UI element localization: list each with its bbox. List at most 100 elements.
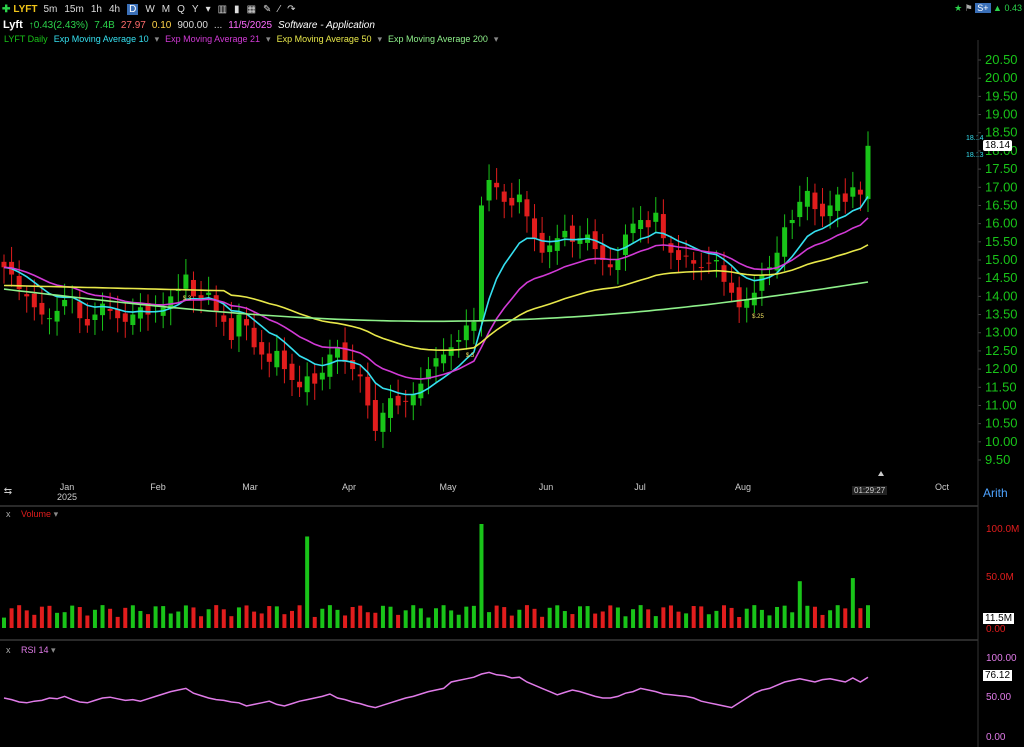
volume-bar — [570, 614, 575, 628]
price-axis-label: 20.00 — [985, 70, 1018, 85]
volume-bar — [790, 612, 795, 628]
rsi-label[interactable]: RSI 14 — [21, 645, 49, 655]
volume-bar — [676, 611, 681, 628]
volume-bar — [555, 605, 560, 628]
candle-body — [789, 220, 795, 224]
chart-canvas[interactable]: 20.5020.0019.5019.0018.5018.0017.5017.00… — [0, 0, 1024, 747]
price-axis-label: 14.50 — [985, 270, 1018, 285]
candle-body — [607, 264, 613, 268]
volume-bar — [805, 605, 810, 628]
volume-bar — [418, 608, 423, 628]
candle-body — [782, 227, 788, 257]
candle-body — [797, 201, 803, 218]
price-axis-label: 10.50 — [985, 416, 1018, 431]
price-axis-label: 16.00 — [985, 216, 1018, 231]
volume-bar — [297, 605, 302, 628]
candle-body — [46, 318, 52, 320]
volume-bar — [229, 616, 234, 628]
candle-body — [334, 347, 340, 358]
candle-body — [850, 187, 856, 197]
candle-body — [691, 260, 697, 264]
price-axis-label: 17.00 — [985, 179, 1018, 194]
volume-bar — [661, 607, 666, 628]
candle-body — [827, 205, 833, 217]
volume-bar — [373, 612, 378, 628]
volume-bar — [252, 611, 257, 628]
volume-bar — [684, 613, 689, 628]
candle-body — [630, 223, 636, 234]
price-axis-label: 18.50 — [985, 125, 1018, 140]
volume-bar — [365, 612, 370, 628]
volume-bar — [130, 605, 135, 628]
volume-bar — [350, 607, 355, 628]
candle-body — [410, 394, 416, 406]
volume-bar — [146, 614, 150, 628]
volume-bar — [464, 606, 469, 628]
volume-bar — [578, 606, 582, 628]
dividend-marker: $.3 — [466, 353, 475, 359]
candle-body — [84, 318, 90, 326]
candle-body — [539, 232, 545, 253]
candle-body — [395, 395, 401, 406]
volume-bar — [191, 607, 196, 628]
volume-bar — [411, 605, 416, 628]
volume-bar — [828, 610, 833, 628]
price-axis-label: 14.00 — [985, 288, 1018, 303]
candle-body — [835, 194, 841, 211]
volume-label[interactable]: Volume — [21, 509, 51, 519]
candle-body — [653, 212, 659, 222]
rsi-pane-label: x RSI 14 ▾ — [6, 645, 56, 656]
volume-axis-label: 0.00 — [986, 624, 1006, 635]
price-axis-label: 16.50 — [985, 197, 1018, 212]
volume-bar — [668, 605, 673, 628]
candle-body — [137, 307, 143, 319]
candle-body — [698, 267, 704, 269]
scale-mode-button[interactable]: Arith — [983, 486, 1008, 500]
candle-body — [501, 191, 507, 202]
volume-bar — [108, 608, 113, 628]
volume-bar — [138, 610, 143, 628]
volume-bar — [532, 608, 537, 628]
last-price-tag: 18.14 — [983, 140, 1013, 151]
volume-bar — [797, 581, 802, 628]
lo-label: 18.13 — [966, 152, 984, 159]
volume-bar — [585, 606, 590, 628]
candle-body — [683, 255, 689, 257]
price-axis-label: 9.50 — [985, 452, 1010, 467]
volume-bar — [403, 610, 408, 628]
volume-bar — [214, 605, 219, 628]
volume-bar — [494, 605, 499, 628]
scroll-up-icon — [878, 471, 884, 476]
month-label: Apr — [342, 482, 356, 492]
volume-bar — [608, 605, 613, 628]
close-icon[interactable]: x — [6, 509, 11, 519]
candle-body — [107, 308, 113, 311]
volume-bar — [540, 616, 545, 628]
volume-bar — [153, 606, 158, 628]
candle-body — [759, 274, 765, 291]
candle-body — [190, 279, 196, 297]
volume-bar — [206, 609, 211, 628]
candle-body — [516, 194, 522, 203]
candle-body — [478, 205, 484, 321]
volume-bar — [274, 606, 279, 628]
chevron-down-icon[interactable]: ▾ — [51, 645, 56, 655]
candle-body — [812, 192, 818, 210]
volume-bar — [562, 611, 567, 628]
volume-bar — [699, 606, 704, 628]
volume-bar — [858, 608, 863, 628]
close-icon[interactable]: x — [6, 645, 11, 655]
dividend-marker: $.25 — [752, 314, 764, 320]
candle-body — [744, 300, 750, 308]
month-label: Feb — [150, 482, 166, 492]
month-label: Jun — [539, 482, 554, 492]
volume-bar — [449, 610, 454, 628]
volume-bar — [312, 616, 317, 628]
candle-body — [736, 287, 742, 308]
chevron-down-icon[interactable]: ▾ — [54, 509, 59, 519]
volume-bar — [744, 608, 749, 628]
volume-bar — [85, 615, 90, 628]
candle-body — [372, 400, 378, 431]
dividend-marker: $.3 — [183, 296, 192, 302]
candle-body — [39, 302, 45, 315]
